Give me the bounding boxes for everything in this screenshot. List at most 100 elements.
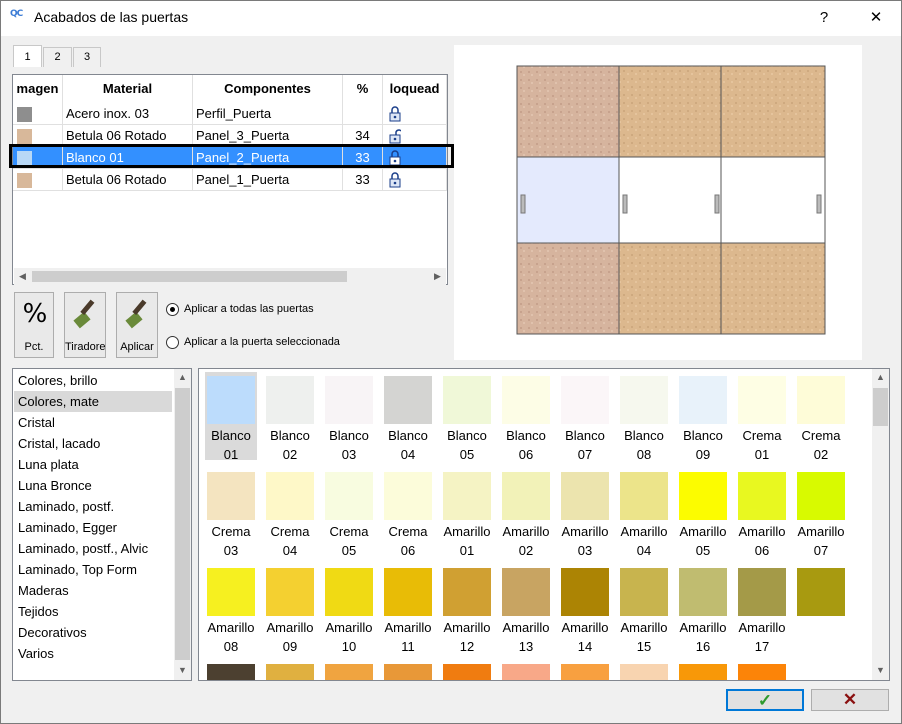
handles-tool-button[interactable]: Tiradores — [64, 292, 106, 358]
color-chip[interactable]: Blanco 02 — [264, 372, 316, 462]
category-item[interactable]: Laminado, Top Form — [14, 559, 172, 580]
color-chip[interactable]: Amarillo 13 — [500, 564, 552, 654]
scroll-thumb[interactable] — [873, 388, 888, 426]
apply-selected-label[interactable]: Aplicar a la puerta seleccionada — [184, 336, 340, 348]
component-cell[interactable]: Perfil_Puerta — [193, 103, 343, 125]
scroll-down-icon[interactable]: ▼ — [174, 662, 191, 679]
color-chip[interactable] — [264, 660, 316, 680]
category-item[interactable]: Maderas — [14, 580, 172, 601]
category-item[interactable]: Laminado, postf., Alvic — [14, 538, 172, 559]
category-item[interactable]: Decorativos — [14, 622, 172, 643]
scroll-up-icon[interactable]: ▲ — [872, 369, 889, 386]
apply-all-label[interactable]: Aplicar a todas las puertas — [184, 303, 314, 315]
color-chip[interactable]: Amarillo 11 — [382, 564, 434, 654]
color-chip[interactable]: Amarillo 08 — [205, 564, 257, 654]
door-middle[interactable] — [618, 65, 722, 335]
door-right[interactable] — [720, 65, 826, 335]
color-chip[interactable]: Crema 01 — [736, 372, 788, 462]
door-left[interactable] — [516, 65, 620, 335]
lock-icon[interactable] — [389, 172, 401, 188]
color-chip[interactable]: Blanco 01 — [205, 372, 257, 462]
color-chip[interactable]: Crema 04 — [264, 468, 316, 558]
category-item[interactable]: Laminado, Egger — [14, 517, 172, 538]
color-chip[interactable]: Amarillo 07 — [795, 468, 847, 558]
scroll-up-icon[interactable]: ▲ — [174, 369, 191, 386]
help-button[interactable]: ? — [809, 6, 839, 30]
color-chip[interactable]: Amarillo 14 — [559, 564, 611, 654]
material-cell[interactable]: Acero inox. 03 — [63, 103, 193, 125]
apply-tool-button[interactable]: Aplicar — [116, 292, 158, 358]
color-chip[interactable]: Blanco 05 — [441, 372, 493, 462]
color-chip[interactable]: Amarillo 03 — [559, 468, 611, 558]
color-chip[interactable] — [559, 660, 611, 680]
table-row[interactable]: Betula 06 Rotado Panel_1_Puerta 33 — [13, 169, 447, 191]
category-item[interactable]: Cristal, lacado — [14, 433, 172, 454]
color-chip[interactable] — [441, 660, 493, 680]
color-chip[interactable]: Amarillo 04 — [618, 468, 670, 558]
category-item[interactable]: Laminado, postf. — [14, 496, 172, 517]
category-item[interactable]: Tejidos — [14, 601, 172, 622]
color-chip[interactable]: Amarillo 10 — [323, 564, 375, 654]
color-chip[interactable]: Amarillo 01 — [441, 468, 493, 558]
unlock-icon[interactable] — [389, 128, 401, 144]
scroll-thumb[interactable] — [175, 388, 190, 660]
color-chip[interactable]: Crema 03 — [205, 468, 257, 558]
category-scrollbar[interactable]: ▲ ▼ — [174, 369, 191, 680]
color-chip[interactable]: Amarillo 17 — [736, 564, 788, 654]
category-item[interactable]: Cristal — [14, 412, 172, 433]
color-chip[interactable] — [500, 660, 552, 680]
color-chip[interactable] — [736, 660, 788, 680]
lock-icon[interactable] — [389, 106, 401, 122]
color-chip[interactable]: Amarillo 16 — [677, 564, 729, 654]
color-chip[interactable]: Amarillo 15 — [618, 564, 670, 654]
ok-button[interactable]: ✓ — [726, 689, 804, 711]
color-chip[interactable] — [382, 660, 434, 680]
column-header-image[interactable]: magen — [13, 75, 63, 103]
scroll-thumb[interactable] — [32, 271, 347, 282]
scroll-left-icon[interactable]: ◀ — [14, 268, 31, 285]
column-header-components[interactable]: Componentes — [193, 75, 343, 103]
horizontal-scrollbar[interactable]: ◀ ▶ — [14, 268, 446, 285]
color-chip[interactable]: Crema 05 — [323, 468, 375, 558]
category-item[interactable]: Colores, mate — [14, 391, 172, 412]
color-chip[interactable]: Amarillo 12 — [441, 564, 493, 654]
apply-selected-radio[interactable] — [166, 336, 179, 349]
color-chip[interactable] — [205, 660, 257, 680]
color-chip[interactable]: Amarillo 05 — [677, 468, 729, 558]
material-swatch-cell[interactable] — [13, 169, 63, 191]
color-chip[interactable]: Blanco 08 — [618, 372, 670, 462]
category-item[interactable]: Varios — [14, 643, 172, 664]
color-chip[interactable]: Blanco 07 — [559, 372, 611, 462]
color-chip[interactable]: Amarillo 02 — [500, 468, 552, 558]
color-chip[interactable]: Amarillo 06 — [736, 468, 788, 558]
percent-cell[interactable]: 33 — [343, 169, 383, 191]
category-item[interactable]: Colores, brillo — [14, 370, 172, 391]
column-header-percent[interactable]: % — [343, 75, 383, 103]
tab-1[interactable]: 1 — [13, 45, 42, 67]
color-chip[interactable] — [795, 564, 847, 652]
material-swatch-cell[interactable] — [13, 103, 63, 125]
scroll-right-icon[interactable]: ▶ — [429, 268, 446, 285]
color-chip[interactable]: Blanco 04 — [382, 372, 434, 462]
close-button[interactable]: ✕ — [861, 6, 891, 30]
color-chip[interactable]: Crema 02 — [795, 372, 847, 462]
percent-cell[interactable] — [343, 103, 383, 125]
category-item[interactable]: Luna Bronce — [14, 475, 172, 496]
color-chip[interactable]: Crema 06 — [382, 468, 434, 558]
cancel-button[interactable]: ✕ — [811, 689, 889, 711]
category-item[interactable]: Luna plata — [14, 454, 172, 475]
color-chip[interactable] — [323, 660, 375, 680]
palette-scrollbar[interactable]: ▲ ▼ — [872, 369, 889, 680]
color-chip[interactable]: Blanco 03 — [323, 372, 375, 462]
component-cell[interactable]: Panel_1_Puerta — [193, 169, 343, 191]
column-header-material[interactable]: Material — [63, 75, 193, 103]
percent-tool-button[interactable]: % Pct. — [14, 292, 54, 358]
material-cell[interactable]: Betula 06 Rotado — [63, 169, 193, 191]
table-row[interactable]: Acero inox. 03 Perfil_Puerta — [13, 103, 447, 125]
tab-3[interactable]: 3 — [73, 47, 101, 67]
color-chip[interactable]: Blanco 06 — [500, 372, 552, 462]
scroll-down-icon[interactable]: ▼ — [872, 662, 889, 679]
color-chip[interactable] — [677, 660, 729, 680]
tab-2[interactable]: 2 — [43, 47, 72, 67]
lock-cell[interactable] — [383, 169, 447, 191]
